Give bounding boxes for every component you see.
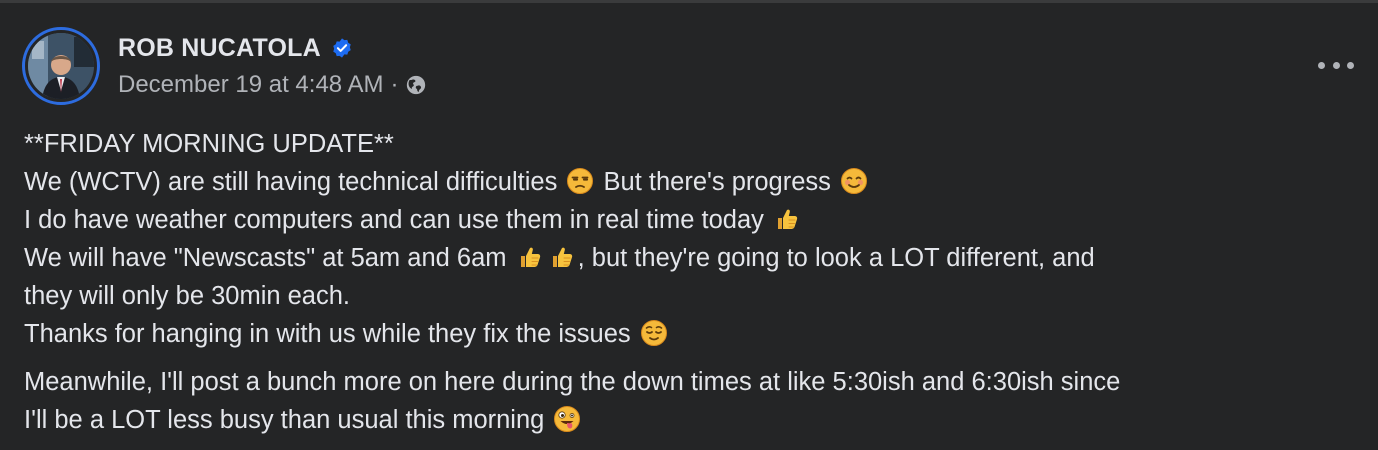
avatar-photo bbox=[28, 33, 94, 99]
post-line: **FRIDAY MORNING UPDATE** bbox=[24, 125, 1364, 163]
smiling-face-emoji-icon bbox=[840, 167, 868, 195]
post-text: , but they're going to look a LOT differ… bbox=[577, 244, 1095, 272]
post-body: **FRIDAY MORNING UPDATE** We (WCTV) are … bbox=[24, 125, 1364, 439]
post-text: But there's progress bbox=[603, 168, 831, 196]
unamused-face-emoji-icon bbox=[566, 167, 594, 195]
post-line: Meanwhile, I'll post a bunch more on her… bbox=[24, 363, 1364, 401]
avatar[interactable] bbox=[22, 27, 100, 105]
post-line: I'll be a LOT less busy than usual this … bbox=[24, 401, 1364, 439]
post-timestamp[interactable]: December 19 at 4:48 AM bbox=[118, 71, 383, 99]
thumbs-up-emoji-icon bbox=[516, 243, 544, 271]
post-line: they will only be 30min each. bbox=[24, 277, 1364, 315]
globe-icon[interactable] bbox=[405, 74, 427, 96]
separator-dot: · bbox=[390, 70, 399, 98]
post-text: We will have "Newscasts" at 5am and 6am bbox=[24, 244, 507, 272]
zany-face-emoji-icon bbox=[553, 405, 581, 433]
post-text: Meanwhile, I'll post a bunch more on her… bbox=[24, 368, 1121, 396]
author-name[interactable]: ROB NUCATOLA bbox=[118, 34, 321, 63]
post-meta: ROB NUCATOLA December 19 at 4:48 AM · bbox=[118, 34, 427, 99]
post-text: We (WCTV) are still having technical dif… bbox=[24, 168, 558, 196]
thumbs-up-emoji-icon bbox=[548, 243, 576, 271]
thumbs-up-emoji-icon bbox=[773, 205, 801, 233]
facebook-post: ROB NUCATOLA December 19 at 4:48 AM · **… bbox=[0, 0, 1378, 450]
timestamp-row: December 19 at 4:48 AM · bbox=[118, 71, 427, 99]
post-line: I do have weather computers and can use … bbox=[24, 201, 1364, 239]
post-text: they will only be 30min each. bbox=[24, 282, 351, 310]
verified-badge-icon bbox=[331, 37, 353, 59]
post-line: We will have "Newscasts" at 5am and 6am … bbox=[24, 239, 1364, 277]
post-text: Thanks for hanging in with us while they… bbox=[24, 320, 631, 348]
more-options-icon[interactable] bbox=[1318, 51, 1354, 79]
post-header: ROB NUCATOLA December 19 at 4:48 AM · bbox=[22, 27, 427, 105]
post-text: **FRIDAY MORNING UPDATE** bbox=[24, 130, 394, 158]
author-row: ROB NUCATOLA bbox=[118, 34, 427, 63]
more-dot bbox=[1347, 61, 1354, 69]
post-text: I do have weather computers and can use … bbox=[24, 206, 764, 234]
more-dot bbox=[1332, 61, 1340, 69]
more-dot bbox=[1318, 61, 1325, 69]
profile-photo-icon bbox=[28, 33, 94, 99]
post-text: I'll be a LOT less busy than usual this … bbox=[24, 406, 545, 434]
relieved-face-emoji-icon bbox=[640, 319, 668, 347]
post-line: We (WCTV) are still having technical dif… bbox=[24, 163, 1364, 201]
post-line: Thanks for hanging in with us while they… bbox=[24, 315, 1364, 353]
